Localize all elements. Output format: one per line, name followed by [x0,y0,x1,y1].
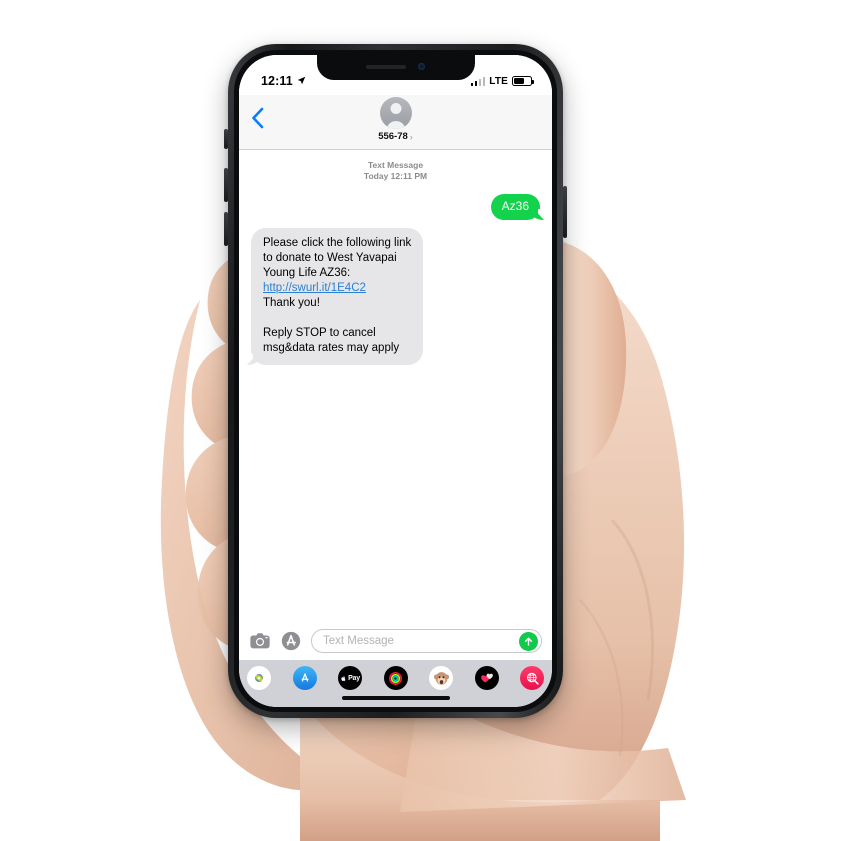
message-line-1: Please click the following link [263,237,412,249]
message-input-placeholder: Text Message [323,635,394,647]
digital-touch-app-icon[interactable] [520,666,544,690]
phone-screen: 12:11 LTE 556-78 › Text Message Today 12… [239,55,552,707]
send-button[interactable] [519,631,538,651]
timestamp-label: Text Message [367,160,424,170]
message-rates-line: msg&data rates may apply [263,342,400,354]
app-store-icon[interactable] [280,630,302,652]
person-avatar-icon [379,97,412,129]
location-arrow-icon [297,74,306,88]
timestamp-value: Today 12:11 PM [363,171,428,181]
front-camera-icon [418,63,425,70]
status-indicators: LTE [470,75,534,87]
battery-icon [512,76,534,86]
chevron-right-icon: › [409,131,413,142]
message-bubble-outgoing[interactable]: Az36 [490,194,546,220]
message-line-2: to donate to West Yavapai [263,252,397,264]
earpiece-speaker-icon [366,64,406,69]
iphone-device: 12:11 LTE 556-78 › Text Message Today 12… [228,44,563,718]
message-text-field[interactable]: Text Message [311,629,542,653]
imessage-app-drawer: Pay [239,660,552,690]
photos-app-icon[interactable] [247,666,271,690]
message-row-outgoing: Az36 [251,194,546,220]
message-line-3: Young Life AZ36: [263,267,351,279]
silent-switch[interactable] [224,129,228,149]
message-timestamp: Text Message Today 12:11 PM [251,160,540,182]
status-time: 12:11 [261,74,306,88]
conversation-header: 556-78 › [239,95,552,150]
apple-pay-app-icon[interactable]: Pay [338,666,362,690]
cellular-bars-icon [470,76,486,86]
volume-down-button[interactable] [224,212,228,246]
screenshot-canvas: 12:11 LTE 556-78 › Text Message Today 12… [0,0,860,841]
volume-up-button[interactable] [224,168,228,202]
camera-icon[interactable] [249,630,271,652]
status-time-label: 12:11 [261,74,293,88]
activity-app-icon[interactable] [383,666,408,690]
message-optout-line: Reply STOP to cancel [263,327,376,339]
message-list: Text Message Today 12:11 PM Az36 Please … [239,150,552,623]
music-app-icon[interactable] [474,666,499,690]
donation-link[interactable]: http://swurl.it/1E4C2 [263,281,411,296]
network-label: LTE [489,75,508,87]
contact-name-label: 556-78 [378,131,408,142]
contact-name: 556-78 › [378,131,413,142]
app-store-app-icon[interactable] [292,666,317,690]
home-indicator-area [239,690,552,707]
message-input-bar: Text Message [239,623,552,660]
memoji-app-icon[interactable] [429,666,453,690]
contact-info-button[interactable]: 556-78 › [378,97,413,142]
message-row-incoming: Please click the following link to donat… [245,228,540,365]
notch [316,55,475,80]
message-bubble-incoming[interactable]: Please click the following link to donat… [245,228,424,365]
power-button[interactable] [563,186,567,238]
home-indicator-bar[interactable] [341,696,450,700]
phone-bezel: 12:11 LTE 556-78 › Text Message Today 12… [234,50,557,712]
back-button[interactable] [251,107,273,129]
message-text: Az36 [501,199,529,213]
message-line-thanks: Thank you! [263,297,320,309]
